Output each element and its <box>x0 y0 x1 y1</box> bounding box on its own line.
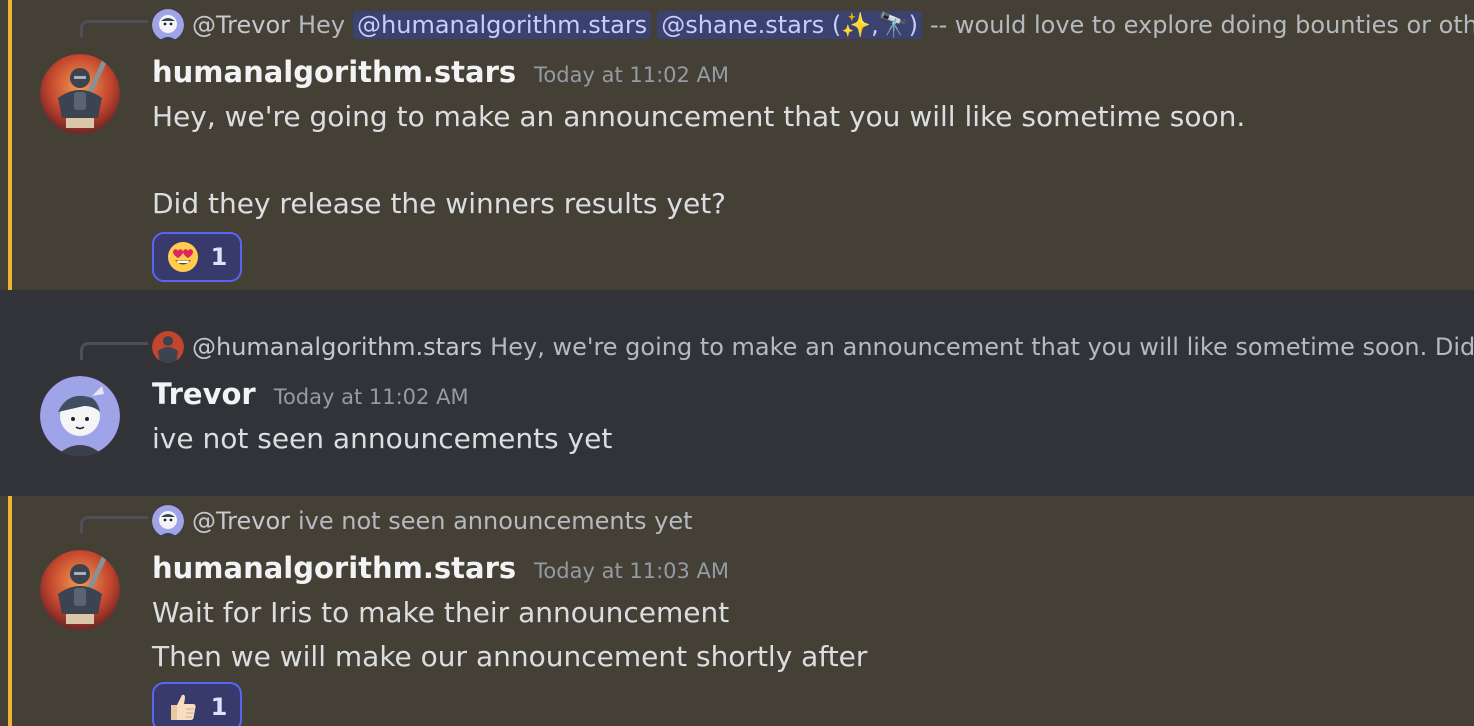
timestamp[interactable]: Today at 11:02 AM <box>274 385 469 409</box>
mention-highlight-bar <box>8 496 12 726</box>
user-avatar[interactable] <box>40 54 120 134</box>
timestamp[interactable]: Today at 11:02 AM <box>534 63 729 87</box>
reaction-count: 1 <box>210 243 228 271</box>
message-2[interactable]: @humanalgorithm.stars Hey, we're going t… <box>0 290 1474 496</box>
reply-text: ive not seen announcements yet <box>298 507 693 535</box>
heart-eyes-emoji-icon <box>167 242 198 272</box>
reply-spine <box>80 342 148 360</box>
humanalgorithm-mini-avatar[interactable] <box>152 331 184 363</box>
user-avatar[interactable] <box>40 376 120 456</box>
reaction-button[interactable]: 1 <box>152 682 242 726</box>
username[interactable]: humanalgorithm.stars <box>152 55 516 89</box>
message-header: Trevor Today at 11:02 AM <box>152 377 469 411</box>
reply-spine <box>80 20 148 38</box>
message-header: humanalgorithm.stars Today at 11:02 AM <box>152 55 729 89</box>
reply-text: Hey <box>298 11 346 39</box>
username[interactable]: humanalgorithm.stars <box>152 551 516 585</box>
message-3[interactable]: @Trevor ive not seen announcements yet h… <box>0 496 1474 726</box>
mention-pill[interactable]: @humanalgorithm.stars <box>353 11 652 39</box>
message-text: Did they release the winners results yet… <box>152 187 727 220</box>
reply-author[interactable]: @Trevor <box>192 507 290 535</box>
message-text: Then we will make our announcement short… <box>152 640 868 673</box>
reply-author[interactable]: @Trevor <box>192 11 290 39</box>
thumbs-up-emoji-icon <box>170 694 196 720</box>
username[interactable]: Trevor <box>152 377 256 411</box>
trevor-mini-avatar[interactable] <box>152 9 184 41</box>
reply-text: -- would love to explore doing bounties … <box>929 11 1474 39</box>
mention-pill[interactable]: @shane.stars (✨,🔭) <box>657 11 922 39</box>
trevor-mini-avatar[interactable] <box>152 505 184 537</box>
message-text: ive not seen announcements yet <box>152 422 613 455</box>
message-1[interactable]: @Trevor Hey @humanalgorithm.stars @shane… <box>0 0 1474 290</box>
reply-preview[interactable]: @Trevor ive not seen announcements yet <box>152 505 693 537</box>
reaction-count: 1 <box>210 693 228 721</box>
reaction-button[interactable]: 1 <box>152 232 242 282</box>
reply-author[interactable]: @humanalgorithm.stars <box>192 333 482 361</box>
reply-preview[interactable]: @Trevor Hey @humanalgorithm.stars @shane… <box>152 9 1474 41</box>
message-text: Wait for Iris to make their announcement <box>152 596 730 629</box>
mention-highlight-bar <box>8 0 12 290</box>
reply-preview[interactable]: @humanalgorithm.stars Hey, we're going t… <box>152 331 1474 363</box>
user-avatar[interactable] <box>40 550 120 630</box>
reply-text: Hey, we're going to make an announcement… <box>490 333 1474 361</box>
reply-spine <box>80 516 148 534</box>
message-text: Hey, we're going to make an announcement… <box>152 100 1246 133</box>
timestamp[interactable]: Today at 11:03 AM <box>534 559 729 583</box>
message-header: humanalgorithm.stars Today at 11:03 AM <box>152 551 729 585</box>
